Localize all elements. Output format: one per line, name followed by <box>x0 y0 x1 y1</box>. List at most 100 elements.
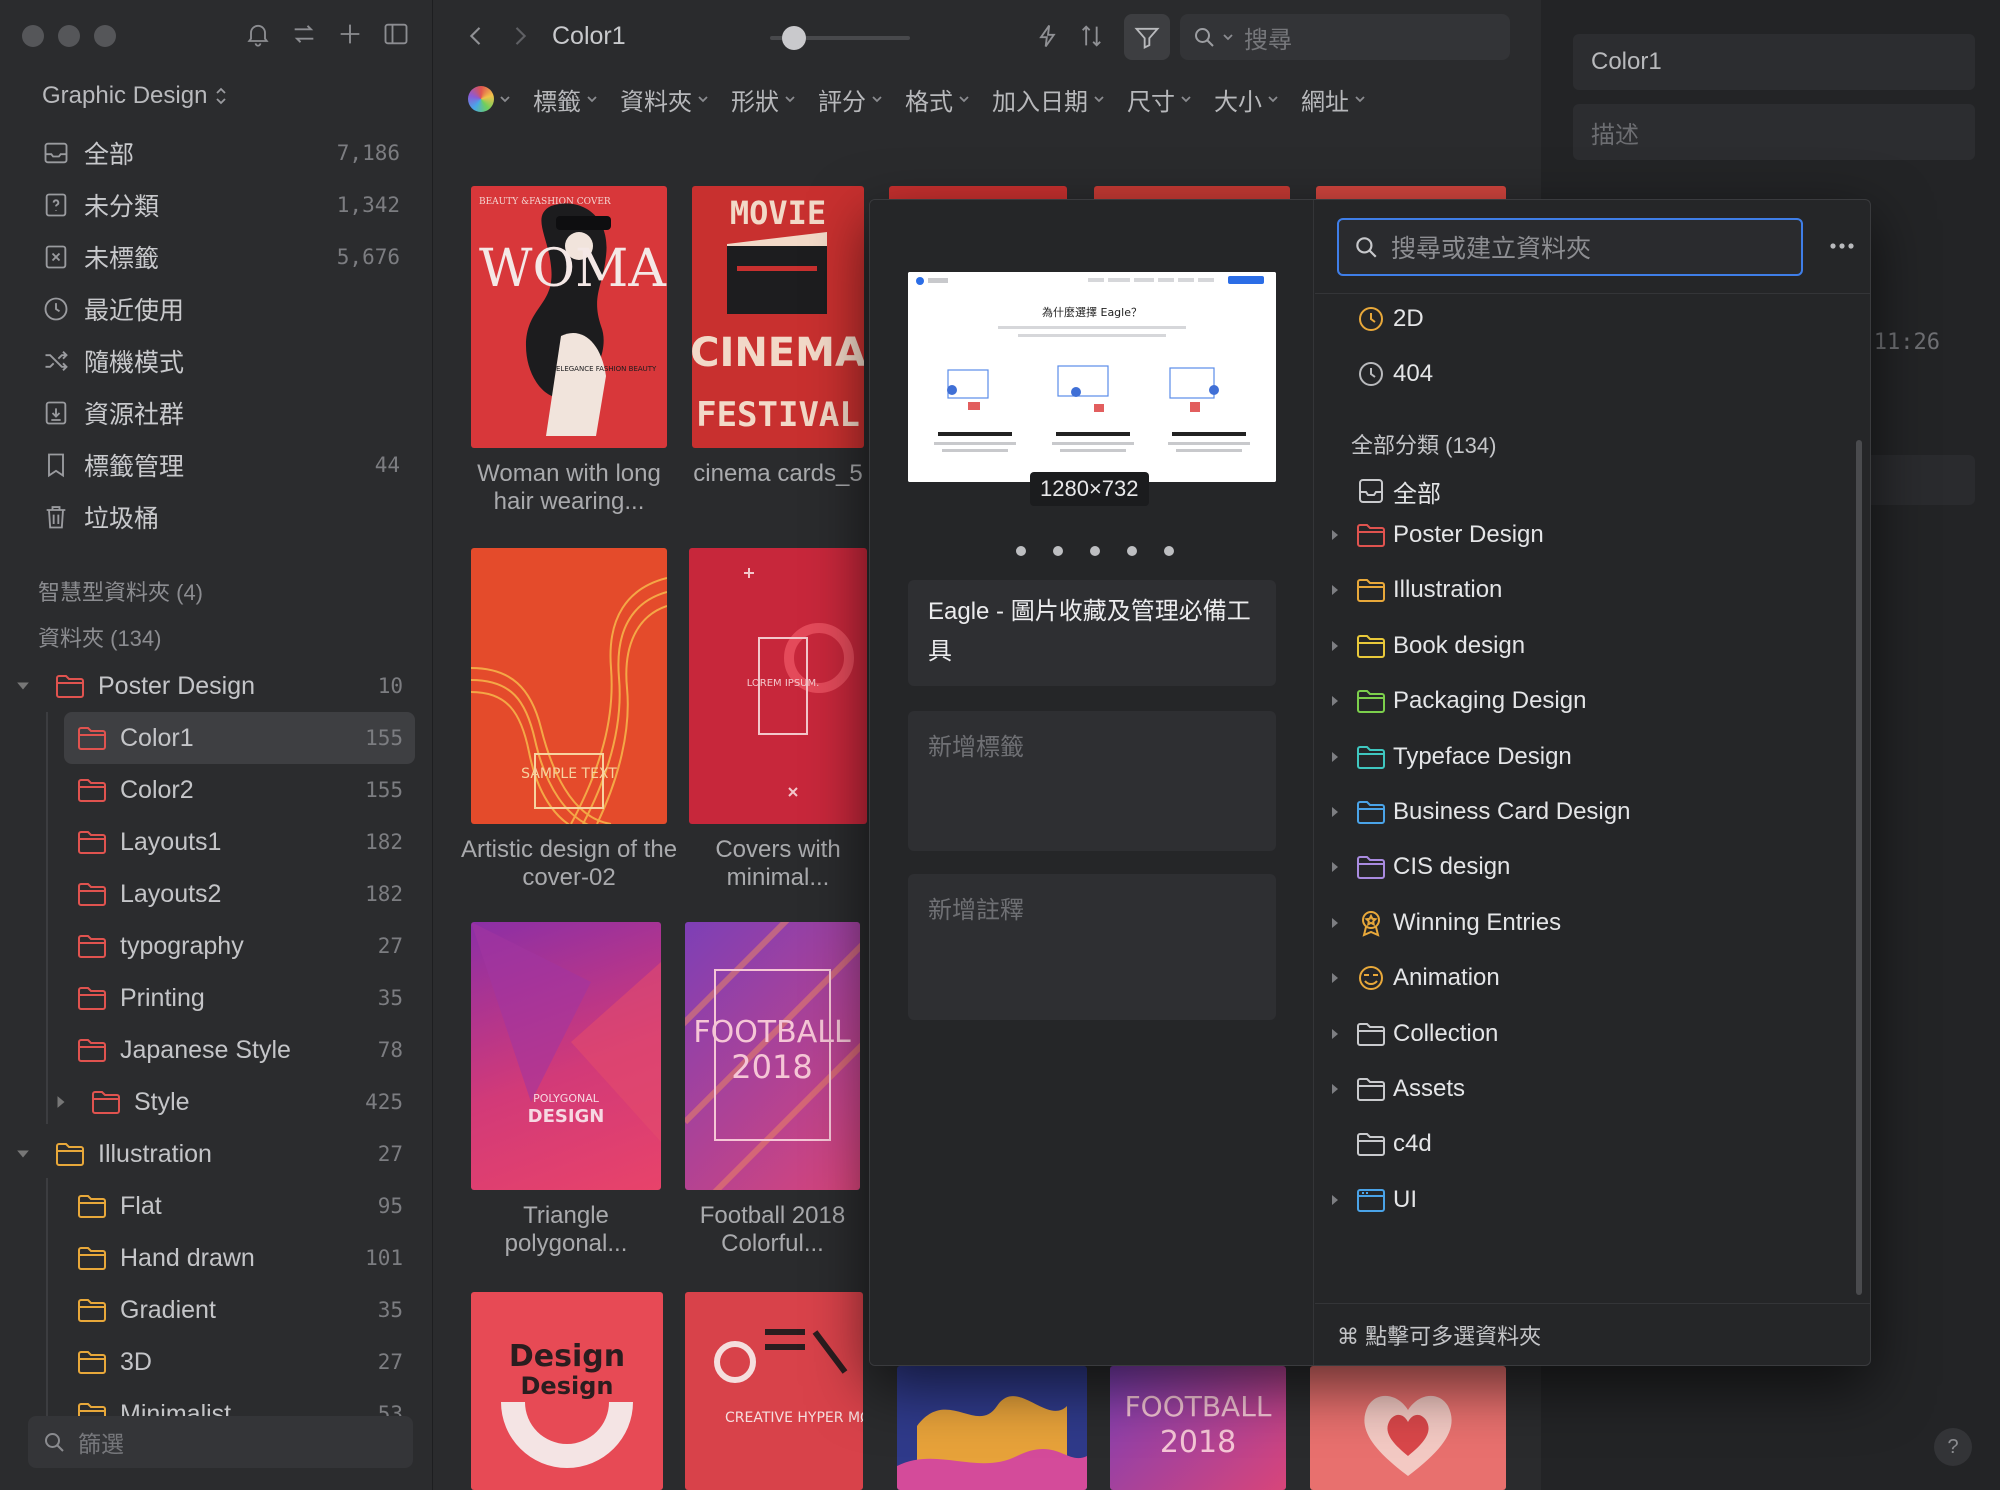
sync-icon[interactable] <box>290 20 318 48</box>
sidebar-folder-hand-drawn[interactable]: Hand drawn 101 <box>0 1232 433 1284</box>
folder-option-book-design[interactable]: Book design <box>1315 621 1870 671</box>
thumbnail-creative[interactable]: CREATIVE HYPER MØDERN <box>685 1292 863 1490</box>
folder-option-collection[interactable]: Collection <box>1315 1009 1870 1059</box>
page-dot[interactable] <box>1164 546 1174 556</box>
item-title-field[interactable]: Eagle - 圖片收藏及管理必備工具 <box>908 580 1276 686</box>
sidebar-folder-layouts2[interactable]: Layouts2 182 <box>0 868 433 920</box>
sort-icon[interactable] <box>1078 22 1106 50</box>
sidebar-filter-input[interactable]: 篩選 <box>28 1416 413 1468</box>
thumbnail-football-2[interactable]: FOOTBALL 2018 <box>1110 1366 1286 1490</box>
caret-right-icon[interactable] <box>1329 584 1341 596</box>
thumbnail-woman[interactable]: BEAUTY &FASHION COVER WOMAN ELEGANCE FAS… <box>471 186 667 448</box>
recent-folder-2d[interactable]: 2D <box>1315 294 1870 344</box>
folder-option-winning-entries[interactable]: Winning Entries <box>1315 898 1870 948</box>
close-window-button[interactable] <box>22 25 44 47</box>
sidebar-folder-flat[interactable]: Flat 95 <box>0 1180 433 1232</box>
caret-right-icon[interactable] <box>1329 1028 1341 1040</box>
folder-option-packaging-design[interactable]: Packaging Design <box>1315 676 1870 726</box>
folder-search-input[interactable]: 搜尋或建立資料夾 <box>1337 218 1803 276</box>
lightning-icon[interactable] <box>1034 22 1062 50</box>
filter-folders[interactable]: 資料夾 <box>620 82 709 116</box>
library-switcher[interactable]: Graphic Design <box>42 82 227 110</box>
filter-rating[interactable]: 評分 <box>818 82 883 116</box>
filter-url[interactable]: 網址 <box>1301 82 1366 116</box>
folder-option-ui[interactable]: UI <box>1315 1175 1870 1225</box>
caret-right-icon[interactable] <box>1329 917 1341 929</box>
filter-filesize[interactable]: 大小 <box>1214 82 1279 116</box>
caret-right-icon[interactable] <box>1329 861 1341 873</box>
folders-heading[interactable]: 資料夾 (134) <box>38 621 161 653</box>
filter-format[interactable]: 格式 <box>905 82 970 116</box>
sidebar-toggle-icon[interactable] <box>382 20 410 48</box>
smart-folders-heading[interactable]: 智慧型資料夾 (4) <box>38 575 203 607</box>
sidebar-item-trash[interactable]: 垃圾桶 <box>30 491 412 543</box>
caret-right-icon[interactable] <box>1329 695 1341 707</box>
page-dot[interactable] <box>1053 546 1063 556</box>
thumbnail-abstract[interactable] <box>897 1366 1087 1490</box>
folder-option-all[interactable]: 全部 <box>1315 466 1870 516</box>
folder-option-cis-design[interactable]: CIS design <box>1315 842 1870 892</box>
caret-right-icon[interactable] <box>1329 640 1341 652</box>
add-notes-field[interactable]: 新增註釋 <box>908 874 1276 1020</box>
caret-right-icon[interactable] <box>1329 972 1341 984</box>
folder-option-business-card-design[interactable]: Business Card Design <box>1315 787 1870 837</box>
sidebar-folder-typography[interactable]: typography 27 <box>0 920 433 972</box>
more-options-icon[interactable] <box>1827 234 1857 258</box>
thumbnail-cinema[interactable]: MOVIE CINEMA FESTIVAL <box>692 186 864 448</box>
forward-icon[interactable] <box>506 22 534 50</box>
caret-right-icon[interactable] <box>1329 1194 1341 1206</box>
caret-down-icon[interactable] <box>16 679 30 693</box>
filter-dimensions[interactable]: 尺寸 <box>1127 82 1192 116</box>
plus-icon[interactable] <box>336 20 364 48</box>
minimize-window-button[interactable] <box>58 25 80 47</box>
folder-option-poster-design[interactable]: Poster Design <box>1315 510 1870 560</box>
caret-right-icon[interactable] <box>1329 1083 1341 1095</box>
help-button[interactable]: ? <box>1934 1428 1972 1466</box>
folder-option-typeface-design[interactable]: Typeface Design <box>1315 732 1870 782</box>
filter-color[interactable] <box>468 82 511 116</box>
zoom-slider-knob[interactable] <box>781 26 806 50</box>
sidebar-folder-color1[interactable]: Color1 155 <box>0 712 433 764</box>
sidebar-folder-printing[interactable]: Printing 35 <box>0 972 433 1024</box>
sidebar-folder-color2[interactable]: Color2 155 <box>0 764 433 816</box>
thumbnail-artistic[interactable]: SAMPLE TEXT <box>471 548 667 824</box>
thumbnail-football[interactable]: FOOTBALL 2018 <box>685 922 860 1190</box>
sidebar-folder-3d[interactable]: 3D 27 <box>0 1336 433 1388</box>
thumbnail-polygonal[interactable]: POLYGONAL DESIGN <box>471 922 661 1190</box>
filter-toggle-button[interactable] <box>1124 14 1170 60</box>
page-dot[interactable] <box>1127 546 1137 556</box>
page-dot[interactable] <box>1090 546 1100 556</box>
item-name-field[interactable]: Color1 <box>1573 34 1975 90</box>
caret-right-icon[interactable] <box>1329 806 1341 818</box>
page-dot[interactable] <box>1016 546 1026 556</box>
sidebar-item-recent[interactable]: 最近使用 <box>30 283 412 335</box>
folder-list-scrollbar[interactable] <box>1856 440 1862 1295</box>
zoom-slider[interactable] <box>770 26 910 50</box>
sidebar-item-uncategorized[interactable]: 未分類 1,342 <box>30 179 412 231</box>
sidebar-item-all[interactable]: 全部 7,186 <box>30 127 412 179</box>
bell-icon[interactable] <box>244 20 272 48</box>
sidebar-folder-style[interactable]: Style 425 <box>0 1076 433 1128</box>
preview-image[interactable]: 為什麼選擇 Eagle？ <box>908 272 1276 482</box>
sidebar-item-tags[interactable]: 標籤管理 44 <box>30 439 412 491</box>
folder-option-assets[interactable]: Assets <box>1315 1064 1870 1114</box>
sidebar-folder-layouts1[interactable]: Layouts1 182 <box>0 816 433 868</box>
caret-right-icon[interactable] <box>1329 751 1341 763</box>
caret-down-icon[interactable] <box>16 1147 30 1161</box>
caret-right-icon[interactable] <box>1329 529 1341 541</box>
sidebar-folder-japanese-style[interactable]: Japanese Style 78 <box>0 1024 433 1076</box>
zoom-window-button[interactable] <box>94 25 116 47</box>
sidebar-folder-gradient[interactable]: Gradient 35 <box>0 1284 433 1336</box>
thumbnail-minimal[interactable]: LOREM IPSUM. <box>689 548 867 824</box>
sidebar-item-untagged[interactable]: 未標籤 5,676 <box>30 231 412 283</box>
description-field[interactable]: 描述 <box>1573 104 1975 160</box>
folder-option-illustration[interactable]: Illustration <box>1315 565 1870 615</box>
filter-date-added[interactable]: 加入日期 <box>992 82 1105 116</box>
caret-right-icon[interactable] <box>54 1095 68 1109</box>
back-icon[interactable] <box>462 22 490 50</box>
sidebar-folder-poster-design[interactable]: Poster Design 10 <box>0 660 433 712</box>
filter-tags[interactable]: 標籤 <box>533 82 598 116</box>
filter-shape[interactable]: 形狀 <box>731 82 796 116</box>
sidebar-item-random[interactable]: 隨機模式 <box>30 335 412 387</box>
folder-option-animation[interactable]: Animation <box>1315 953 1870 1003</box>
